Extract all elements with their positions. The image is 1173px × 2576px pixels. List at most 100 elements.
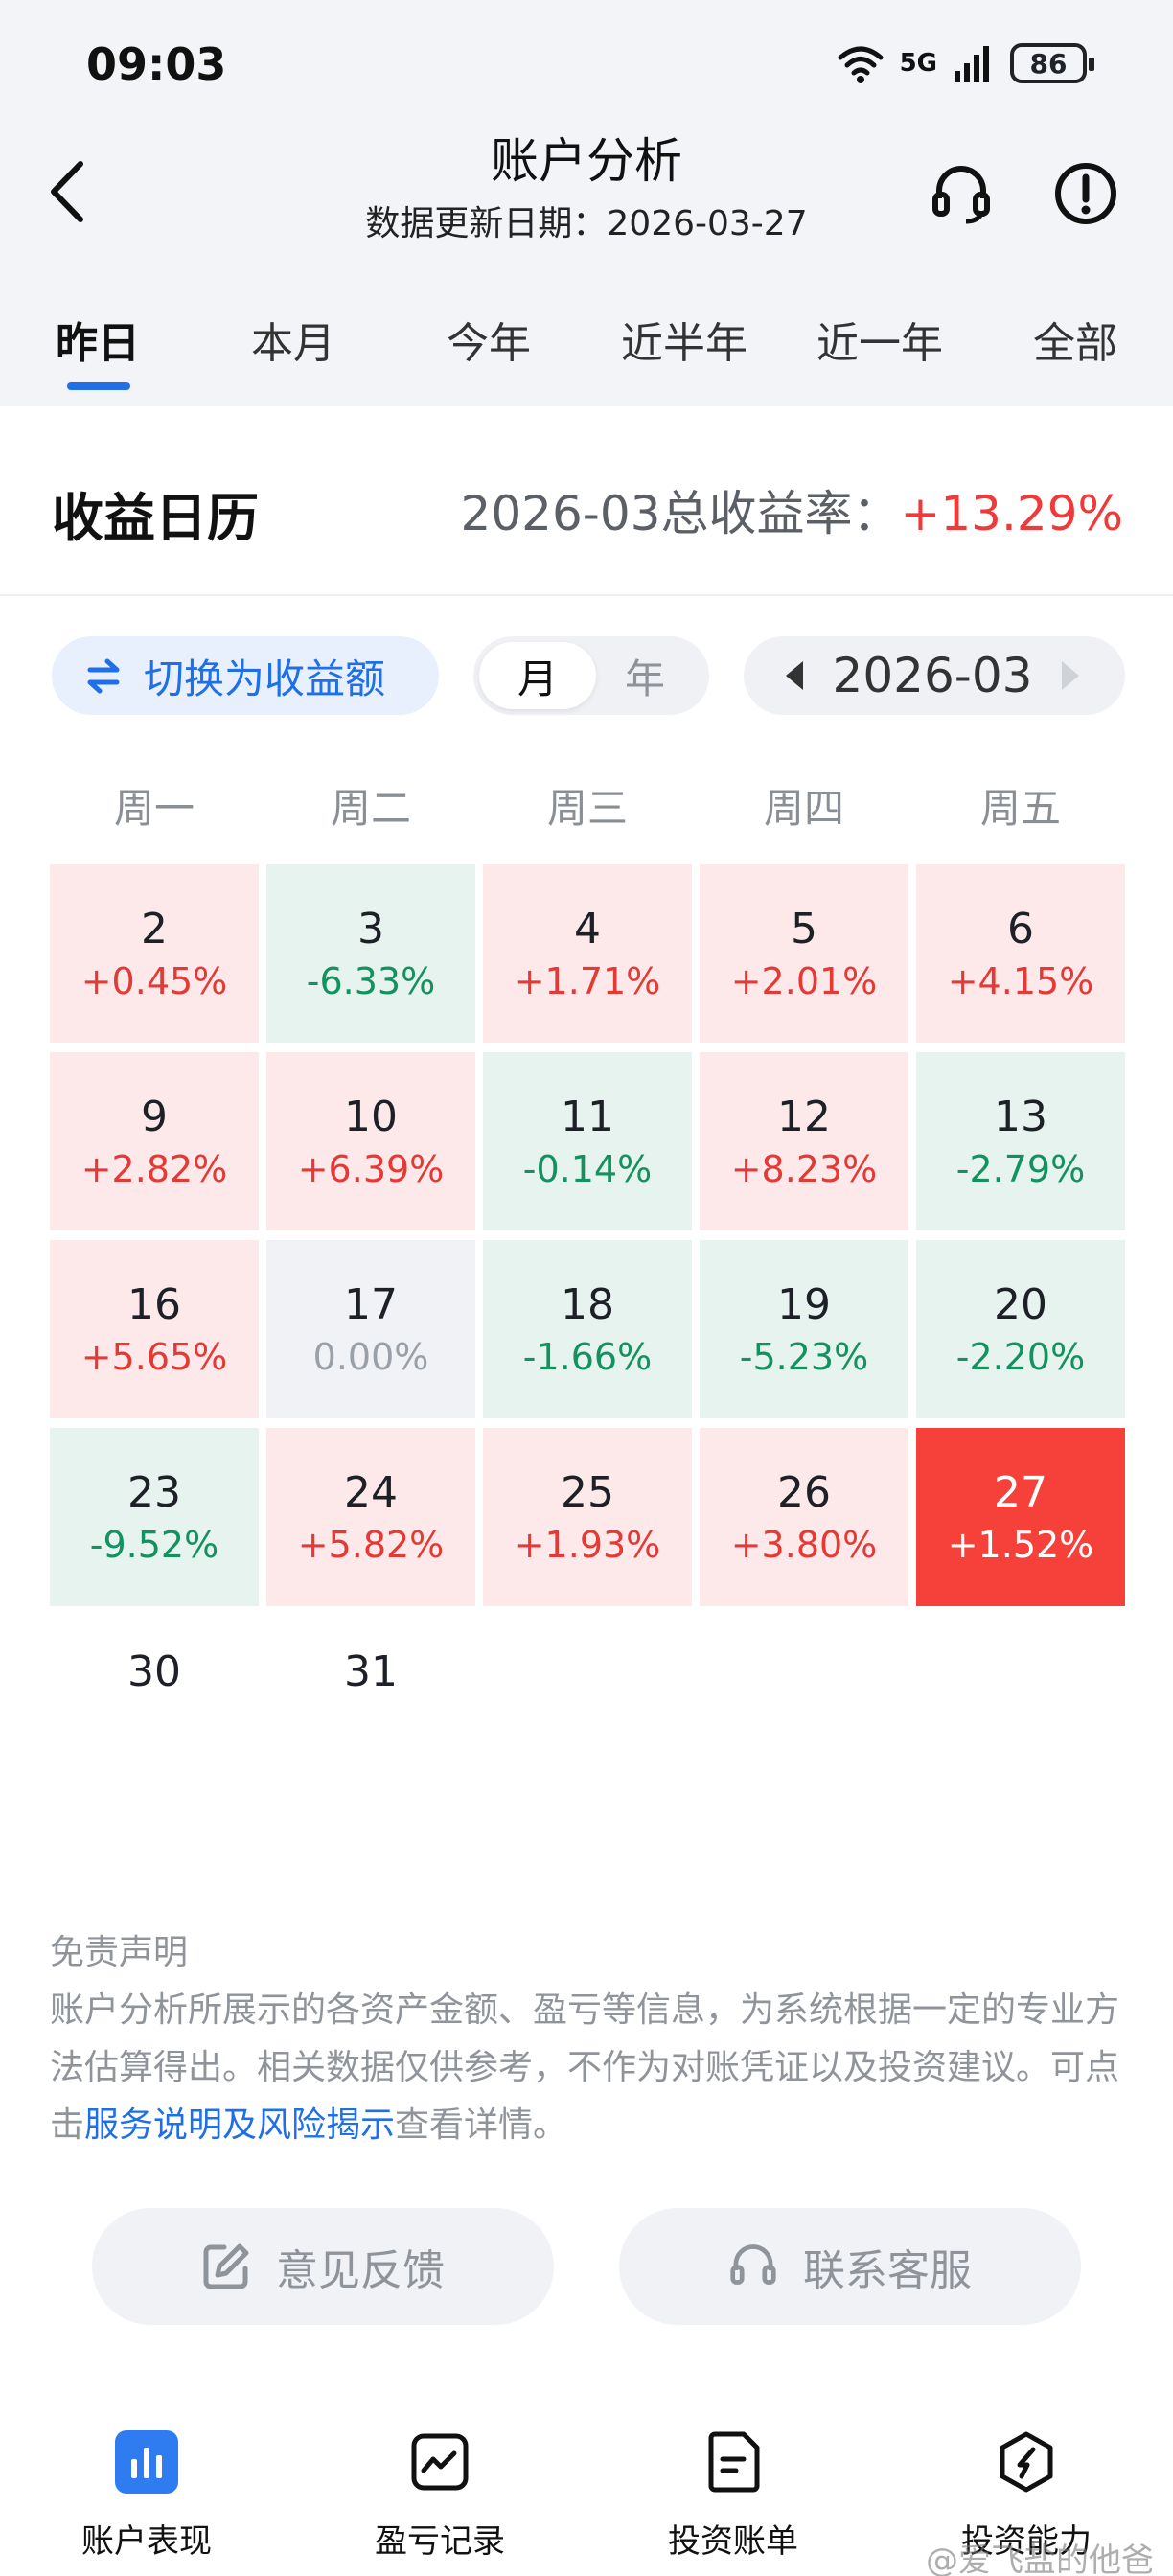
day-number: 20 (994, 1280, 1047, 1329)
contact-service-button[interactable]: 联系客服 (619, 2208, 1081, 2325)
day-number: 11 (561, 1092, 614, 1141)
rate-label: 2026-03总收益率： (460, 486, 901, 541)
service-risk-link[interactable]: 服务说明及风险揭示 (84, 2105, 395, 2145)
headset-icon (730, 2244, 776, 2285)
day-return-rate: -5.23% (739, 1336, 869, 1378)
period-tabs: 昨日 本月 今年 近半年 近一年 全部 (0, 288, 1173, 393)
day-number: 17 (344, 1280, 398, 1329)
nav-account-performance[interactable]: 账户表现 (0, 2430, 293, 2562)
calendar-day-cell[interactable]: 6 +4.15% (916, 864, 1125, 1043)
nav-label: 投资账单 (668, 2522, 798, 2561)
day-return-rate: -2.20% (955, 1336, 1086, 1378)
calendar-day-cell[interactable]: 13 -2.79% (916, 1052, 1125, 1230)
calendar-day-cell[interactable]: 5 +2.01% (700, 864, 908, 1043)
calendar-day-cell[interactable]: 23 -9.52% (50, 1428, 259, 1606)
day-return-rate: +8.23% (730, 1148, 878, 1190)
calendar-day-cell[interactable]: 9 +2.82% (50, 1052, 259, 1230)
page-title: 账户分析 (491, 133, 682, 189)
battery-icon: 86 (1010, 43, 1094, 83)
day-return-rate: -1.66% (522, 1336, 653, 1378)
day-return-rate: +2.01% (730, 960, 878, 1002)
day-return-rate: +1.71% (514, 960, 661, 1002)
info-button[interactable] (1050, 158, 1121, 229)
day-return-rate: 0.00% (312, 1336, 429, 1378)
calendar-day-cell[interactable]: 27 +1.52% (916, 1428, 1125, 1606)
calendar-day-cell[interactable]: 4 +1.71% (483, 864, 692, 1043)
profit-calendar-grid: 2 +0.45% 3 -6.33% 4 +1.71% 5 +2.01% 6 +4.15% 9 +2.8… (50, 864, 1125, 1696)
tab-all[interactable]: 全部 (978, 309, 1173, 370)
rate-value: +13.29% (900, 486, 1123, 541)
day-number: 10 (344, 1092, 398, 1141)
day-return-rate: -6.33% (306, 960, 436, 1002)
calendar-day-cell[interactable]: 11 -0.14% (483, 1052, 692, 1230)
calendar-day-cell[interactable]: 10 +6.39% (266, 1052, 475, 1230)
month-picker: 2026-03 (744, 636, 1125, 715)
month-year-toggle: 月 年 (473, 636, 709, 715)
exclamation-circle-icon (1055, 163, 1116, 224)
weekday-label: 周四 (763, 785, 844, 832)
calendar-day-cell[interactable]: 3 -6.33% (266, 864, 475, 1043)
tab-yesterday[interactable]: 昨日 (0, 309, 196, 370)
status-bar: 09:03 5G 86 (0, 0, 1173, 134)
day-number: 12 (777, 1092, 831, 1141)
status-time: 09:03 (86, 38, 227, 90)
day-return-rate: +6.39% (297, 1148, 445, 1190)
day-return-rate: +1.52% (947, 1524, 1094, 1566)
calendar-day-cell[interactable]: 25 +1.93% (483, 1428, 692, 1606)
calendar-day-cell[interactable]: 30 (50, 1620, 259, 1725)
disclaimer-tail: 查看详情。 (395, 2105, 568, 2145)
tab-this-month[interactable]: 本月 (196, 309, 391, 370)
calendar-day-cell[interactable]: 24 +5.82% (266, 1428, 475, 1606)
divider (0, 594, 1173, 596)
weekday-label: 周五 (979, 785, 1061, 832)
calendar-day-cell[interactable]: 2 +0.45% (50, 864, 259, 1043)
calendar-day-cell[interactable]: 16 +5.65% (50, 1240, 259, 1418)
compass-hexagon-icon (995, 2430, 1058, 2494)
day-return-rate: +3.80% (730, 1524, 878, 1566)
calendar-day-cell[interactable]: 12 +8.23% (700, 1052, 908, 1230)
day-number: 2 (141, 905, 168, 954)
day-return-rate: +4.15% (947, 960, 1094, 1002)
day-return-rate: +5.65% (80, 1336, 228, 1378)
day-number: 24 (344, 1468, 398, 1517)
calendar-day-cell[interactable]: 17 0.00% (266, 1240, 475, 1418)
next-month-icon[interactable] (1058, 659, 1083, 692)
feedback-button[interactable]: 意见反馈 (92, 2208, 554, 2325)
calendar-day-cell[interactable]: 31 (266, 1620, 475, 1725)
day-return-rate: -9.52% (89, 1524, 219, 1566)
total-return-rate: 2026-03总收益率：+13.29% (461, 475, 1123, 544)
tab-this-year[interactable]: 今年 (391, 309, 586, 370)
switch-to-amount-button[interactable]: 切换为收益额 (52, 636, 439, 715)
signal-icon (954, 46, 989, 82)
current-month: 2026-03 (832, 648, 1033, 703)
nav-investment-bill[interactable]: 投资账单 (586, 2430, 880, 2562)
nav-label: 盈亏记录 (375, 2522, 505, 2561)
day-number: 25 (561, 1468, 614, 1517)
day-number: 4 (574, 905, 601, 954)
day-number: 9 (141, 1092, 168, 1141)
service-label: 联系客服 (803, 2246, 972, 2295)
day-number: 23 (127, 1468, 181, 1517)
segment-year[interactable]: 年 (586, 642, 703, 709)
customer-service-button[interactable] (926, 158, 997, 229)
nav-profit-records[interactable]: 盈亏记录 (293, 2430, 586, 2562)
day-return-rate: +0.45% (80, 960, 228, 1002)
headset-icon (932, 166, 990, 224)
day-number: 27 (994, 1468, 1047, 1517)
calendar-day-cell[interactable]: 18 -1.66% (483, 1240, 692, 1418)
wifi-icon (838, 46, 884, 83)
calendar-day-cell[interactable]: 26 +3.80% (700, 1428, 908, 1606)
tab-half-year[interactable]: 近半年 (586, 309, 782, 370)
prev-month-icon[interactable] (782, 659, 807, 692)
day-number: 31 (344, 1647, 398, 1696)
watermark-text: @爱飞盐的他爸 (926, 2542, 1154, 2576)
calendar-day-cell[interactable]: 19 -5.23% (700, 1240, 908, 1418)
update-date: 数据更新日期：2026-03-27 (365, 204, 808, 243)
day-number: 16 (127, 1280, 181, 1329)
edit-icon (203, 2243, 249, 2289)
calendar-day-cell[interactable]: 20 -2.20% (916, 1240, 1125, 1418)
disclaimer-title: 免责声明 (50, 1933, 189, 1972)
segment-month[interactable]: 月 (479, 642, 596, 709)
tab-one-year[interactable]: 近一年 (782, 309, 978, 370)
day-number: 3 (357, 905, 384, 954)
